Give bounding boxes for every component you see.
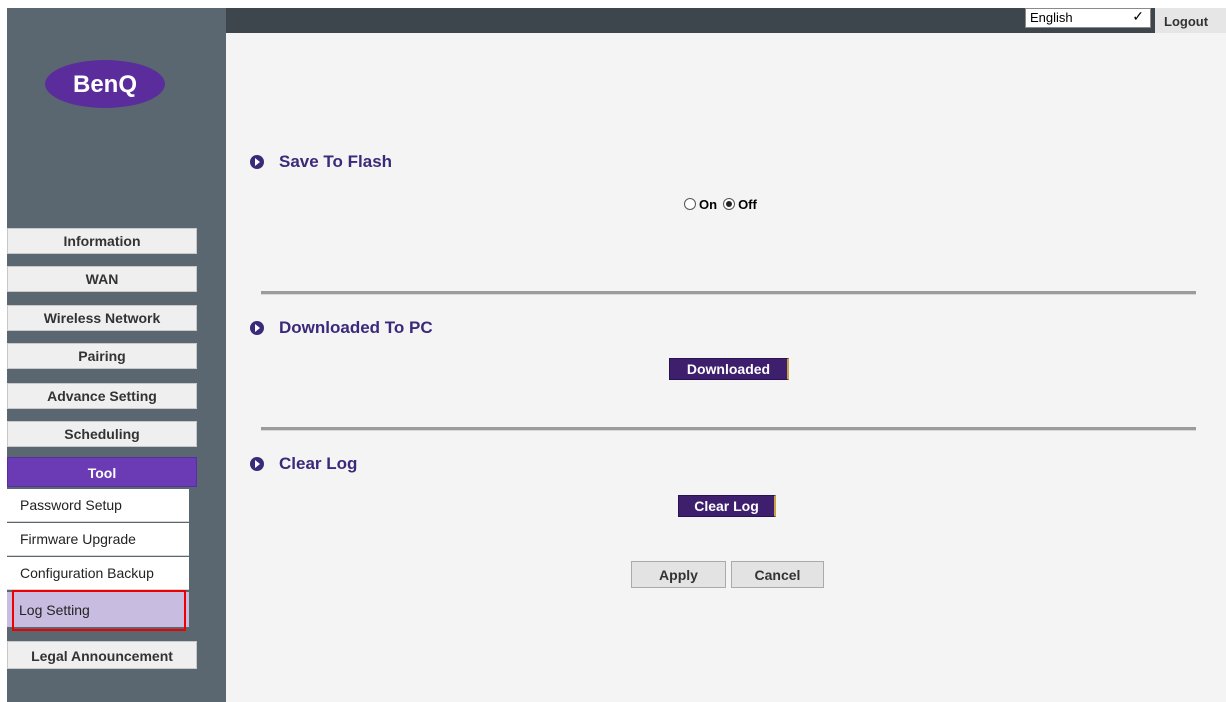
sidebar-item-tool[interactable]: Tool [7,457,197,487]
sidebar-item-wan[interactable]: WAN [7,266,197,292]
language-select[interactable]: English ✓ [1025,8,1151,28]
divider [261,291,1196,295]
radio-off-label: Off [738,196,757,212]
section-downloaded-to-pc: Downloaded To PC [250,317,433,339]
section-title: Downloaded To PC [279,318,433,337]
radio-on-label: On [699,196,718,212]
sidebar-item-legal-announcement[interactable]: Legal Announcement [7,641,197,669]
section-title: Clear Log [279,454,358,473]
bullet-arrow-icon [250,457,264,471]
logout-button[interactable]: Logout [1155,8,1226,33]
bullet-arrow-icon [250,321,264,335]
sidebar-item-scheduling[interactable]: Scheduling [7,421,197,447]
sidebar-item-wireless-network[interactable]: Wireless Network [7,305,197,331]
submenu-item-firmware-upgrade[interactable]: Firmware Upgrade [7,523,189,556]
logo-text: BenQ [73,71,137,98]
clear-log-button[interactable]: Clear Log [678,495,776,517]
section-clear-log: Clear Log [250,453,357,475]
sidebar-item-advance-setting[interactable]: Advance Setting [7,383,197,409]
benq-logo: BenQ [45,60,165,108]
selection-highlight-box [12,590,186,631]
sidebar-item-pairing[interactable]: Pairing [7,343,197,369]
save-to-flash-options: On Off [684,194,763,214]
chevron-down-icon: ✓ [1132,8,1144,24]
submenu-item-password-setup[interactable]: Password Setup [7,489,189,522]
submenu-item-configuration-backup[interactable]: Configuration Backup [7,557,189,590]
language-value: English [1030,10,1073,25]
radio-on[interactable] [684,198,696,210]
downloaded-button[interactable]: Downloaded [669,358,789,380]
section-title: Save To Flash [279,152,393,171]
sidebar-item-information[interactable]: Information [7,228,197,254]
bullet-arrow-icon [250,155,264,169]
cancel-button[interactable]: Cancel [731,561,824,588]
section-save-to-flash: Save To Flash [250,151,392,173]
apply-button[interactable]: Apply [631,561,726,588]
radio-off[interactable] [723,198,736,210]
divider [261,427,1196,431]
